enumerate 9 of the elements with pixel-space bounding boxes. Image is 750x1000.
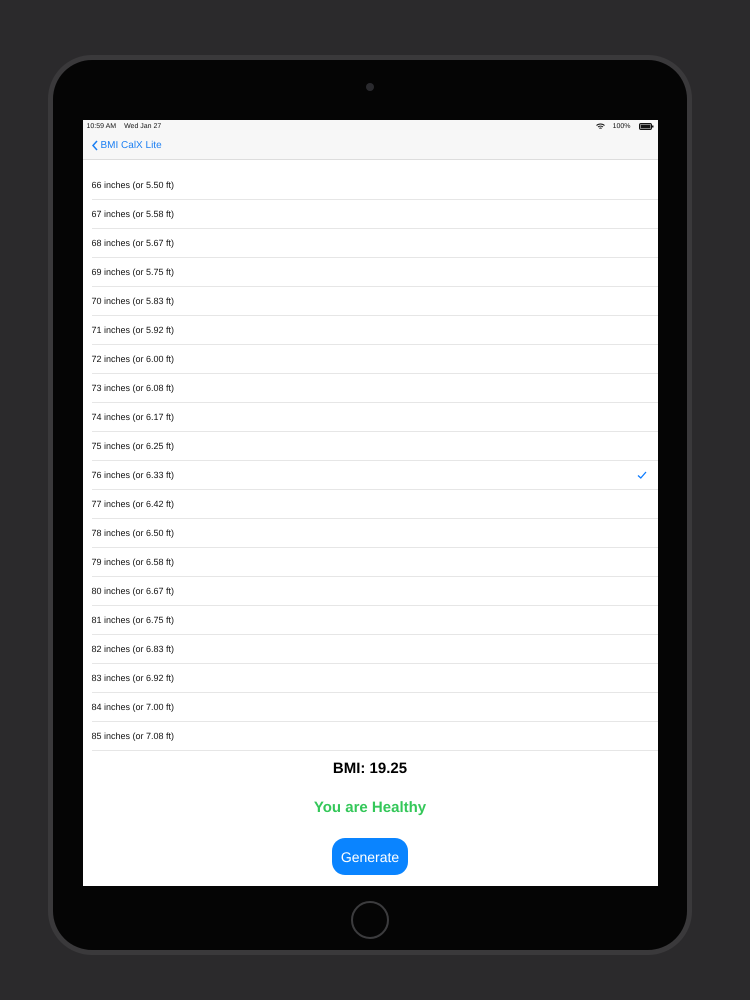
battery-icon [638, 122, 654, 130]
home-button[interactable] [351, 901, 389, 939]
health-status: You are Healthy [312, 799, 428, 816]
camera-icon [366, 83, 374, 91]
bmi-result: BMI: 19.25 [332, 760, 408, 777]
wifi-icon [596, 122, 605, 130]
back-button[interactable]: BMI CalX Lite [92, 140, 162, 151]
generate-button[interactable]: Generate [332, 838, 408, 875]
chevron-left-icon [92, 140, 98, 151]
